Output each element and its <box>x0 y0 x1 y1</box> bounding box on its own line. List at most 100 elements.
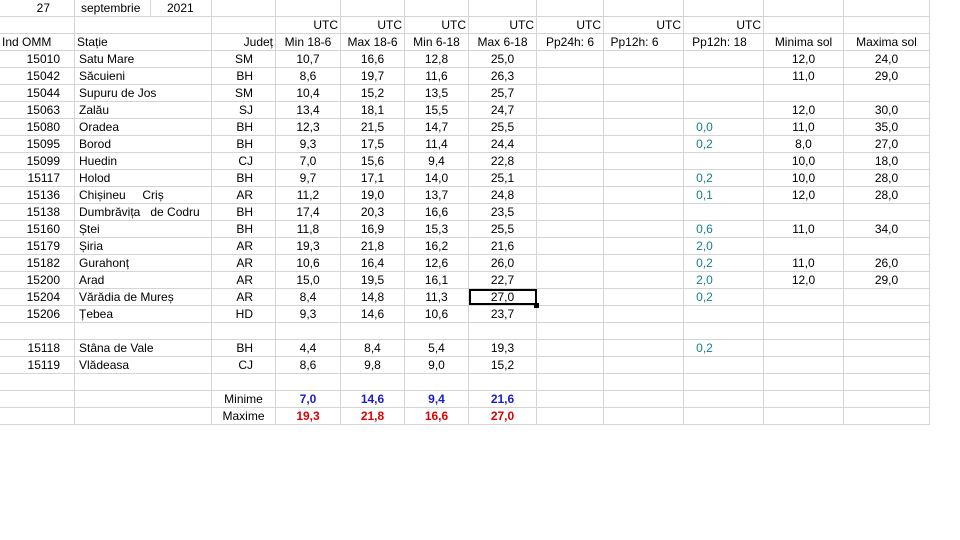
cell-ind-omm[interactable]: 15182 <box>0 255 75 271</box>
cell-county[interactable]: BH <box>212 221 276 237</box>
cell-min-18-6[interactable]: 11,8 <box>276 221 341 237</box>
cell-min-18-6[interactable]: 9,7 <box>276 170 341 186</box>
cell-ind-omm[interactable]: 15117 <box>0 170 75 186</box>
utc-label[interactable]: UTC <box>469 17 537 33</box>
empty-cell[interactable] <box>764 0 844 16</box>
cell-station[interactable]: Ștei <box>75 221 212 237</box>
cell-ind-omm[interactable]: 15063 <box>0 102 75 118</box>
cell-pp12h-6[interactable] <box>604 221 684 237</box>
cell-county[interactable]: AR <box>212 289 276 305</box>
cell-min-18-6[interactable]: 8,6 <box>276 68 341 84</box>
cell-day[interactable]: 27 <box>0 0 75 16</box>
cell-ind-omm[interactable]: 15010 <box>0 51 75 67</box>
utc-label[interactable]: UTC <box>405 17 469 33</box>
empty-cell[interactable] <box>75 17 212 33</box>
cell-minima-sol[interactable]: 11,0 <box>764 221 844 237</box>
cell-maxima-sol[interactable]: 34,0 <box>844 221 930 237</box>
cell-max-18-6[interactable]: 21,5 <box>341 119 405 135</box>
empty-cell[interactable] <box>604 0 684 16</box>
cell-minima-sol[interactable]: 8,0 <box>764 136 844 152</box>
cell-min-6-18[interactable]: 14,0 <box>405 170 469 186</box>
cell-pp12h-18[interactable] <box>684 51 764 67</box>
cell-maxima-sol[interactable]: 27,0 <box>844 136 930 152</box>
cell-min-6-18[interactable]: 13,5 <box>405 85 469 101</box>
empty-cell[interactable] <box>0 374 75 390</box>
cell-pp12h-18[interactable] <box>684 68 764 84</box>
cell-max-6-18[interactable]: 26,3 <box>469 68 537 84</box>
cell-max-6-18[interactable]: 24,8 <box>469 187 537 203</box>
cell-maxima-sol[interactable]: 29,0 <box>844 272 930 288</box>
cell-maxima-sol[interactable] <box>844 323 930 339</box>
cell-ind-omm[interactable]: 15206 <box>0 306 75 322</box>
cell-ind-omm[interactable]: 15179 <box>0 238 75 254</box>
empty-cell[interactable] <box>212 0 276 16</box>
cell-minima-sol[interactable]: 12,0 <box>764 187 844 203</box>
cell-max-6-18[interactable]: 25,1 <box>469 170 537 186</box>
cell-max-18-6[interactable]: 20,3 <box>341 204 405 220</box>
empty-cell[interactable] <box>75 391 212 407</box>
cell-maxima-sol[interactable]: 30,0 <box>844 102 930 118</box>
empty-cell[interactable] <box>604 408 684 424</box>
cell-max-18-6[interactable]: 17,1 <box>341 170 405 186</box>
cell-max-18-6[interactable]: 21,8 <box>341 238 405 254</box>
empty-cell[interactable] <box>604 374 684 390</box>
cell-county[interactable]: BH <box>212 119 276 135</box>
cell-minima-sol[interactable]: 10,0 <box>764 170 844 186</box>
header-maxima-sol[interactable]: Maxima sol <box>844 34 930 50</box>
cell-max-6-18[interactable]: 26,0 <box>469 255 537 271</box>
cell-maxima-sol[interactable] <box>844 204 930 220</box>
cell-pp12h-6[interactable] <box>604 102 684 118</box>
cell-max-18-6[interactable] <box>341 323 405 339</box>
cell-max-18-6[interactable]: 16,4 <box>341 255 405 271</box>
cell-station[interactable]: Oradea <box>75 119 212 135</box>
header-pp12h-6[interactable]: Pp12h: 6 <box>604 34 684 50</box>
summary-label-minime[interactable]: Minime <box>212 391 276 407</box>
cell-min-6-18[interactable]: 15,5 <box>405 102 469 118</box>
cell-pp24h[interactable] <box>537 136 604 152</box>
cell-pp24h[interactable] <box>537 221 604 237</box>
cell-min-6-18[interactable]: 11,3 <box>405 289 469 305</box>
cell-ind-omm[interactable]: 15099 <box>0 153 75 169</box>
summary-minime-min-18-6[interactable]: 7,0 <box>276 391 341 407</box>
cell-station[interactable]: Dumbrăvița de Codru <box>75 204 212 220</box>
cell-county[interactable]: BH <box>212 340 276 356</box>
cell-ind-omm[interactable]: 15138 <box>0 204 75 220</box>
summary-minime-min-6-18[interactable]: 9,4 <box>405 391 469 407</box>
cell-station[interactable]: Șiria <box>75 238 212 254</box>
cell-pp24h[interactable] <box>537 51 604 67</box>
empty-cell[interactable] <box>537 374 604 390</box>
cell-pp12h-6[interactable] <box>604 187 684 203</box>
cell-min-6-18[interactable]: 14,7 <box>405 119 469 135</box>
cell-pp12h-18[interactable] <box>684 306 764 322</box>
cell-minima-sol[interactable] <box>764 306 844 322</box>
cell-county[interactable]: SM <box>212 85 276 101</box>
empty-cell[interactable] <box>844 374 930 390</box>
cell-station[interactable]: Borod <box>75 136 212 152</box>
cell-max-6-18[interactable]: 15,2 <box>469 357 537 373</box>
cell-max-18-6[interactable]: 16,6 <box>341 51 405 67</box>
cell-max-6-18[interactable]: 22,7 <box>469 272 537 288</box>
empty-cell[interactable] <box>75 408 212 424</box>
cell-min-6-18[interactable]: 9,4 <box>405 153 469 169</box>
summary-maxime-max-6-18[interactable]: 27,0 <box>469 408 537 424</box>
empty-cell[interactable] <box>684 0 764 16</box>
cell-max-6-18[interactable]: 24,4 <box>469 136 537 152</box>
header-minima-sol[interactable]: Minima sol <box>764 34 844 50</box>
cell-pp12h-6[interactable] <box>604 340 684 356</box>
cell-pp24h[interactable] <box>537 85 604 101</box>
cell-minima-sol[interactable]: 11,0 <box>764 255 844 271</box>
cell-minima-sol[interactable] <box>764 289 844 305</box>
cell-max-18-6[interactable]: 15,2 <box>341 85 405 101</box>
cell-min-6-18[interactable]: 9,0 <box>405 357 469 373</box>
cell-min-18-6[interactable]: 8,6 <box>276 357 341 373</box>
cell-maxima-sol[interactable]: 18,0 <box>844 153 930 169</box>
cell-min-6-18[interactable]: 11,4 <box>405 136 469 152</box>
cell-pp12h-6[interactable] <box>604 323 684 339</box>
cell-min-18-6[interactable]: 12,3 <box>276 119 341 135</box>
cell-pp12h-18[interactable]: 2,0 <box>684 238 764 254</box>
empty-cell[interactable] <box>764 17 844 33</box>
utc-label[interactable]: UTC <box>341 17 405 33</box>
cell-min-18-6[interactable]: 9,3 <box>276 136 341 152</box>
cell-pp12h-18[interactable]: 0,2 <box>684 340 764 356</box>
cell-year[interactable]: 2021 <box>151 0 212 16</box>
